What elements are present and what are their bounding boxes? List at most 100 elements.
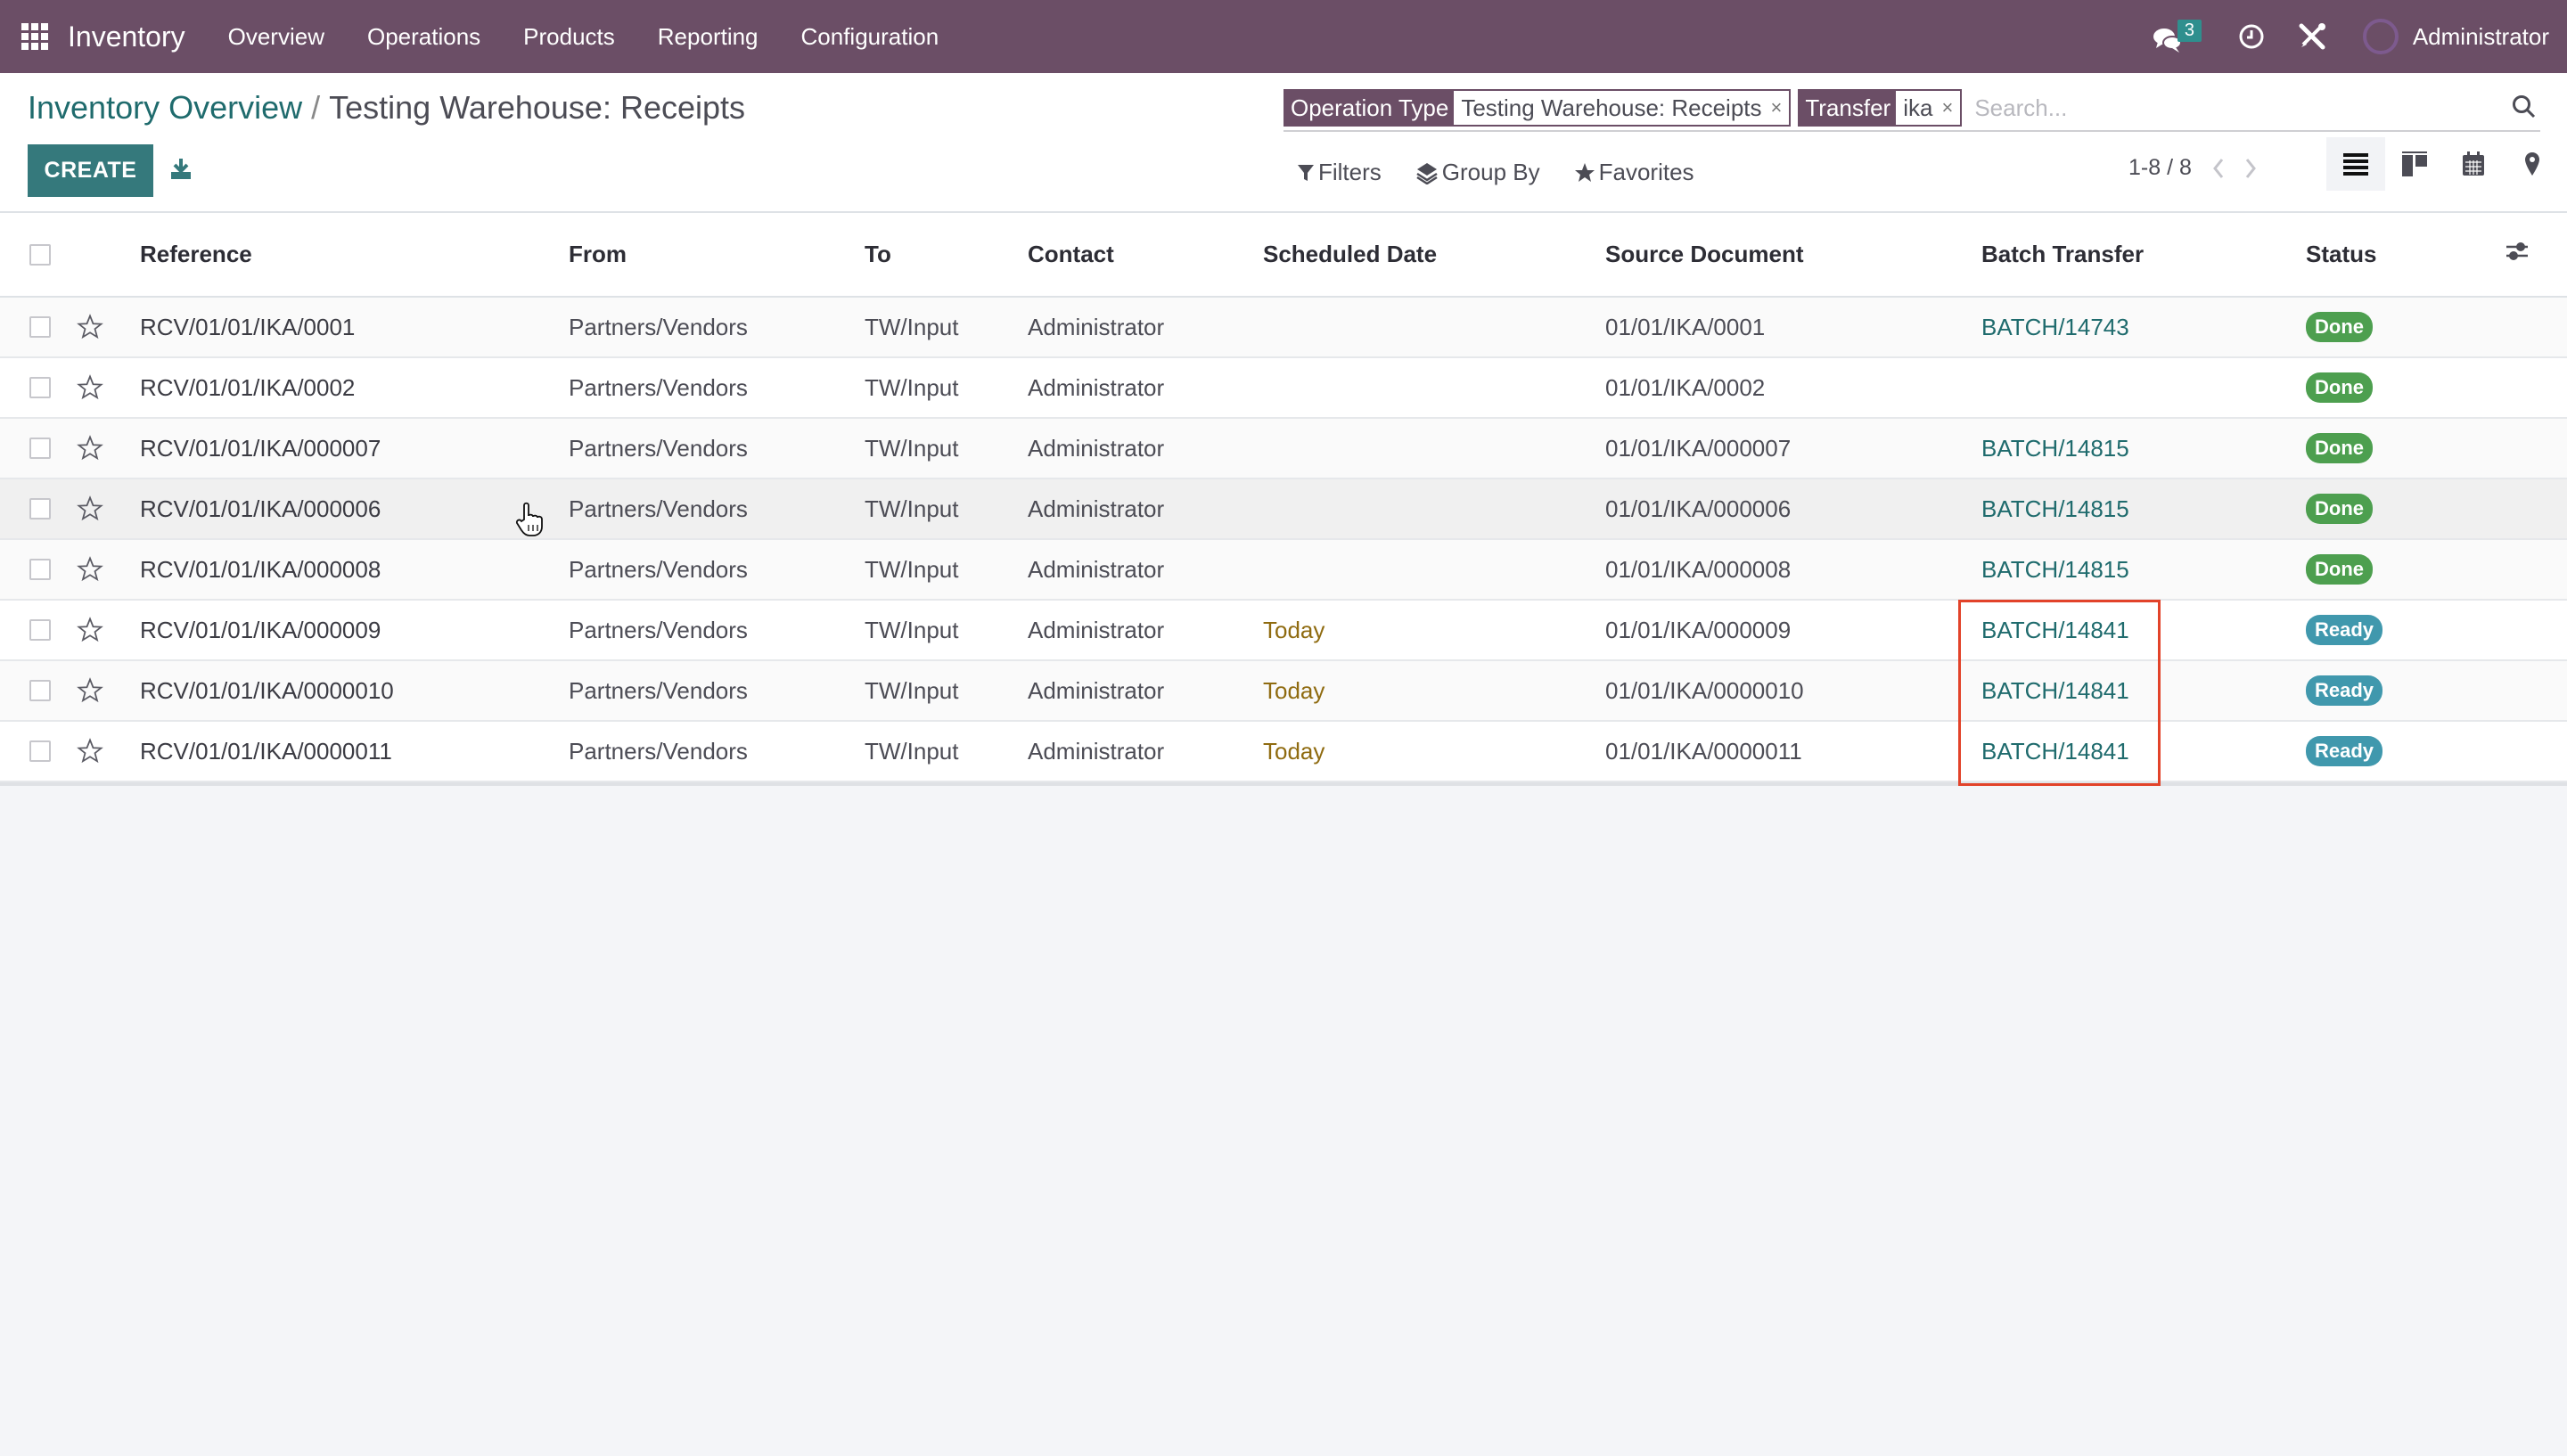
cell-reference: RCV/01/01/IKA/0002 xyxy=(140,357,569,419)
list-view-button[interactable] xyxy=(2326,137,2385,191)
column-from[interactable]: From xyxy=(569,213,865,298)
row-checkbox[interactable] xyxy=(29,680,51,701)
groupby-button[interactable]: Group By xyxy=(1415,159,1540,186)
optional-columns-icon[interactable] xyxy=(2505,239,2530,264)
search-icon[interactable] xyxy=(2512,94,2537,119)
chevron-left-icon[interactable] xyxy=(2211,157,2226,180)
menu-overview[interactable]: Overview xyxy=(228,23,324,51)
table-row[interactable]: RCV/01/01/IKA/0001 Partners/Vendors TW/I… xyxy=(0,297,2567,358)
cell-status: Done xyxy=(2306,418,2505,479)
cell-scheduled-date xyxy=(1263,297,1605,358)
cell-source-document: 01/01/IKA/000009 xyxy=(1605,600,1981,661)
star-outline-icon[interactable] xyxy=(77,374,103,401)
cell-empty xyxy=(2505,660,2567,722)
cell-source-document: 01/01/IKA/000007 xyxy=(1605,418,1981,479)
row-checkbox[interactable] xyxy=(29,316,51,338)
cell-contact: Administrator xyxy=(1028,297,1263,358)
table-row[interactable]: RCV/01/01/IKA/0002 Partners/Vendors TW/I… xyxy=(0,357,2567,419)
favorites-button[interactable]: Favorites xyxy=(1574,159,1694,186)
cell-batch-transfer[interactable]: BATCH/14815 xyxy=(1981,418,2306,479)
cell-status: Done xyxy=(2306,539,2505,601)
table-row[interactable]: RCV/01/01/IKA/000006 Partners/Vendors TW… xyxy=(0,479,2567,540)
cell-batch-transfer[interactable]: BATCH/14841 xyxy=(1981,600,2306,661)
pager: 1-8 / 8 xyxy=(2128,155,2258,181)
star-outline-icon[interactable] xyxy=(77,617,103,643)
table-row[interactable]: RCV/01/01/IKA/000009 Partners/Vendors TW… xyxy=(0,600,2567,661)
breadcrumb-parent[interactable]: Inventory Overview xyxy=(28,89,302,126)
cell-batch-transfer[interactable]: BATCH/14743 xyxy=(1981,297,2306,358)
table-row[interactable]: RCV/01/01/IKA/0000011 Partners/Vendors T… xyxy=(0,721,2567,782)
menu-products[interactable]: Products xyxy=(523,23,615,51)
cell-reference: RCV/01/01/IKA/000007 xyxy=(140,418,569,479)
star-outline-icon[interactable] xyxy=(77,556,103,583)
map-view-button[interactable] xyxy=(2503,137,2562,191)
table-row[interactable]: RCV/01/01/IKA/0000010 Partners/Vendors T… xyxy=(0,660,2567,722)
cell-batch-transfer[interactable]: BATCH/14841 xyxy=(1981,721,2306,782)
select-cell xyxy=(0,479,73,540)
kanban-view-button[interactable] xyxy=(2385,137,2444,191)
groupby-label: Group By xyxy=(1441,159,1540,185)
calendar-view-button[interactable] xyxy=(2444,137,2503,191)
column-source-document[interactable]: Source Document xyxy=(1605,213,1981,298)
facet-remove-icon[interactable]: × xyxy=(1771,96,1783,119)
cell-scheduled-date xyxy=(1263,539,1605,601)
chevron-right-icon[interactable] xyxy=(2243,157,2258,180)
cell-empty xyxy=(2505,721,2567,782)
favorites-label: Favorites xyxy=(1598,159,1694,185)
cell-to: TW/Input xyxy=(865,539,1028,601)
pager-value[interactable]: 1-8 / 8 xyxy=(2128,155,2192,181)
menu-reporting[interactable]: Reporting xyxy=(658,23,759,51)
apps-menu-icon[interactable] xyxy=(21,23,48,50)
star-outline-icon[interactable] xyxy=(77,314,103,340)
cell-batch-transfer[interactable]: BATCH/14815 xyxy=(1981,479,2306,540)
select-all-checkbox[interactable] xyxy=(29,243,51,266)
status-badge: Done xyxy=(2306,372,2373,403)
table-row[interactable]: RCV/01/01/IKA/000007 Partners/Vendors TW… xyxy=(0,418,2567,479)
column-batch-transfer[interactable]: Batch Transfer xyxy=(1981,213,2306,298)
favorite-cell xyxy=(73,357,140,419)
select-cell xyxy=(0,600,73,661)
user-avatar[interactable] xyxy=(2362,19,2399,54)
breadcrumb: Inventory Overview / Testing Warehouse: Re… xyxy=(28,89,745,127)
star-outline-icon[interactable] xyxy=(77,738,103,765)
facet-operation-type: Operation Type Testing Warehouse: Receip… xyxy=(1284,89,1792,127)
create-button[interactable]: CREATE xyxy=(28,144,153,197)
cell-batch-transfer[interactable] xyxy=(1981,357,2306,419)
user-menu[interactable]: Administrator xyxy=(2413,23,2549,51)
star-outline-icon[interactable] xyxy=(77,435,103,462)
row-checkbox[interactable] xyxy=(29,559,51,580)
export-button[interactable] xyxy=(169,157,196,184)
cell-contact: Administrator xyxy=(1028,539,1263,601)
cell-reference: RCV/01/01/IKA/000006 xyxy=(140,479,569,540)
cell-batch-transfer[interactable]: BATCH/14841 xyxy=(1981,660,2306,722)
facet-remove-icon[interactable]: × xyxy=(1941,96,1953,119)
column-contact[interactable]: Contact xyxy=(1028,213,1263,298)
column-reference[interactable]: Reference xyxy=(140,213,569,298)
row-checkbox[interactable] xyxy=(29,377,51,398)
star-outline-icon[interactable] xyxy=(77,495,103,522)
app-name[interactable]: Inventory xyxy=(68,20,185,53)
select-cell xyxy=(0,660,73,722)
column-status[interactable]: Status xyxy=(2306,213,2505,298)
filters-button[interactable]: Filters xyxy=(1297,159,1382,186)
column-scheduled-date[interactable]: Scheduled Date xyxy=(1263,213,1605,298)
column-to[interactable]: To xyxy=(865,213,1028,298)
favorite-cell xyxy=(73,418,140,479)
star-outline-icon[interactable] xyxy=(77,677,103,704)
menu-configuration[interactable]: Configuration xyxy=(801,23,939,51)
search-input[interactable] xyxy=(1969,94,2540,122)
row-checkbox[interactable] xyxy=(29,740,51,762)
cell-batch-transfer[interactable]: BATCH/14815 xyxy=(1981,539,2306,601)
cell-source-document: 01/01/IKA/0001 xyxy=(1605,297,1981,358)
messages-button[interactable]: 3 xyxy=(2149,14,2206,59)
row-checkbox[interactable] xyxy=(29,438,51,459)
activity-button[interactable] xyxy=(2238,23,2265,50)
settings-tools-button[interactable] xyxy=(2297,21,2327,52)
control-panel: Inventory Overview / Testing Warehouse: Re… xyxy=(0,73,2567,213)
row-checkbox[interactable] xyxy=(29,498,51,519)
favorite-cell xyxy=(73,721,140,782)
menu-operations[interactable]: Operations xyxy=(367,23,480,51)
table-row[interactable]: RCV/01/01/IKA/000008 Partners/Vendors TW… xyxy=(0,539,2567,601)
cell-status: Ready xyxy=(2306,721,2505,782)
row-checkbox[interactable] xyxy=(29,619,51,641)
